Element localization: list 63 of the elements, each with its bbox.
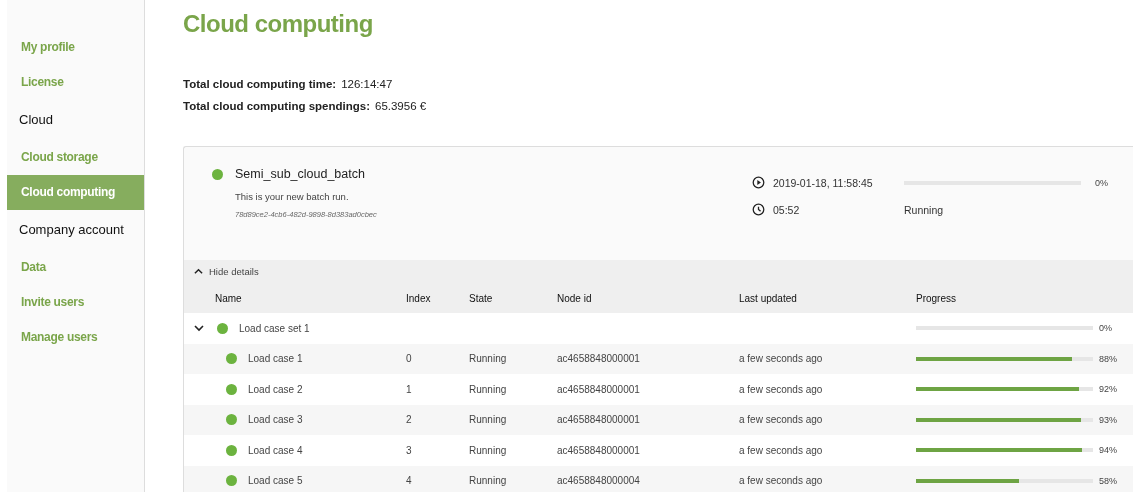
row-name: Load case 5 — [248, 475, 303, 487]
progress-percent: 88% — [1099, 353, 1117, 364]
nav-item[interactable]: Cloud computing — [7, 175, 144, 210]
table-cell-text: ac4658848000001 — [557, 444, 641, 456]
table-cell-text: Running — [469, 383, 508, 395]
nav-item[interactable]: My profile — [7, 30, 144, 65]
table-cell-text: ac4658848000001 — [557, 353, 641, 365]
total-label: Total cloud computing spendings: — [183, 100, 370, 114]
column-header: State — [469, 292, 494, 304]
column-header: Last updated — [739, 292, 798, 304]
nav-item[interactable]: Data — [7, 250, 144, 285]
clock-icon — [752, 203, 765, 216]
table-cell-text: ac4658848000001 — [557, 383, 641, 395]
table-cell-text: a few seconds ago — [739, 444, 824, 456]
start-time: 2019-01-18, 11:58:45 — [773, 176, 873, 189]
column-header: Index — [406, 292, 432, 304]
play-icon — [752, 176, 765, 189]
batch-name: Semi_sub_cloud_batch — [235, 167, 365, 181]
row-name: Load case 3 — [248, 414, 303, 426]
column-header: Node id — [557, 292, 593, 304]
caret-icon — [194, 267, 203, 276]
hide-details-button[interactable]: Hide details — [184, 266, 259, 277]
table-cell-text: 2 — [406, 414, 413, 426]
batch-description: This is your new batch run. — [235, 191, 350, 202]
table-cell-text: a few seconds ago — [739, 475, 824, 487]
table-cell-text: Running — [469, 414, 508, 426]
row-name: Load case 2 — [248, 383, 303, 395]
table-cell-text: ac4658848000004 — [557, 475, 641, 487]
table-cell-text: Running — [469, 444, 508, 456]
nav-item[interactable]: Manage users — [7, 320, 144, 355]
progress-percent: 0% — [1099, 323, 1112, 334]
table-cell-text: Running — [469, 353, 508, 365]
progress-percent: 94% — [1099, 445, 1117, 456]
table-cell-text: a few seconds ago — [739, 414, 824, 426]
progress-percent: 93% — [1099, 414, 1117, 425]
table-cell-text: a few seconds ago — [739, 383, 824, 395]
table-cell-text: 0 — [406, 353, 413, 365]
nav-item[interactable]: License — [7, 65, 144, 100]
table-cell-text: 1 — [406, 383, 413, 395]
column-header: Name — [214, 292, 243, 304]
total-value: 65.3956 € — [375, 100, 427, 114]
row-name: Load case set 1 — [239, 322, 310, 334]
table-cell-text: 3 — [406, 444, 413, 456]
page-title: Cloud computing — [183, 10, 374, 38]
progress-percent: 92% — [1099, 384, 1117, 395]
table-cell-text: a few seconds ago — [739, 353, 824, 365]
table-cell-text: Running — [469, 475, 508, 487]
column-header: Progress — [916, 292, 957, 304]
total-value: 126:14:47 — [341, 78, 393, 92]
table-cell-text: ac4658848000001 — [557, 414, 641, 426]
table-cell-text: 4 — [406, 475, 413, 487]
duration: 05:52 — [773, 203, 800, 216]
row-name: Load case 4 — [248, 444, 303, 456]
batch-state: Running — [904, 203, 944, 216]
section-heading: Cloud — [18, 111, 54, 129]
progress-percent: 0% — [1095, 177, 1108, 188]
chevron-icon[interactable] — [194, 323, 204, 334]
section-heading: Company account — [18, 221, 125, 239]
total-label: Total cloud computing time: — [183, 78, 337, 92]
row-name: Load case 1 — [248, 353, 303, 365]
nav-item[interactable]: Invite users — [7, 285, 144, 320]
nav-item[interactable]: Cloud storage — [7, 140, 144, 175]
progress-percent: 58% — [1099, 475, 1117, 486]
